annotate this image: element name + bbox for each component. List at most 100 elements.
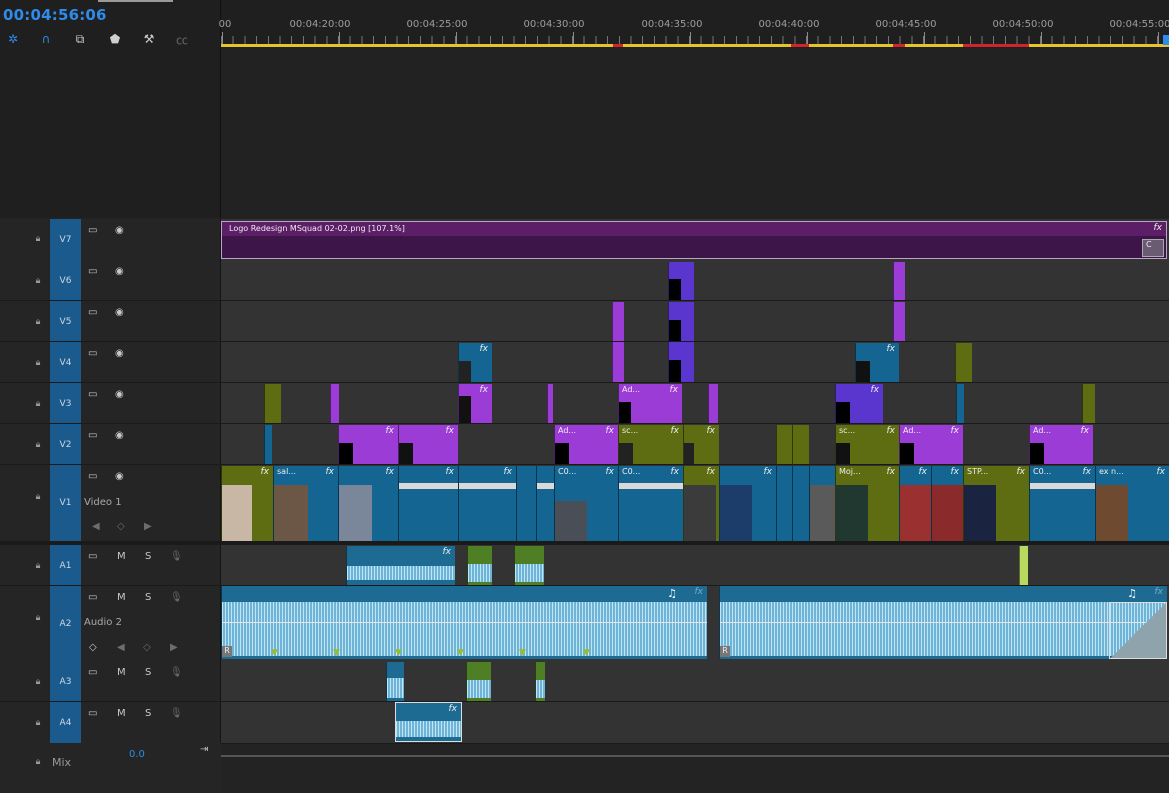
clip-v2-blue[interactable] (264, 425, 272, 465)
clip-v2-olive[interactable] (792, 425, 809, 465)
track-target-a2[interactable]: A2 (50, 586, 81, 661)
clip-v5-violet[interactable] (668, 302, 694, 342)
clip-v1-stp[interactable]: STP... fx (963, 466, 1029, 541)
clip-v2-olive[interactable] (776, 425, 792, 465)
clip-v1-c0[interactable]: C0... fx (618, 466, 683, 541)
toggle-sync-icon[interactable]: ▭ (88, 708, 97, 719)
clip-v1[interactable] (776, 466, 792, 541)
clip-v1[interactable] (516, 466, 536, 541)
audio-fade-out[interactable] (1109, 602, 1167, 659)
clip-v1[interactable] (809, 466, 835, 541)
track-target-v5[interactable]: V5 (50, 301, 81, 342)
track-lane-a1[interactable]: fx (221, 545, 1169, 586)
track-lane-v3[interactable]: fx Ad... fx fx (221, 383, 1169, 424)
clip-v2-ad[interactable]: Ad... fx (554, 425, 618, 465)
clip-v1-c0[interactable]: C0... fx (554, 466, 618, 541)
clip-v3-purple[interactable] (708, 384, 718, 424)
track-target-v4[interactable]: V4 (50, 342, 81, 383)
clip-v2-fx[interactable]: fx (338, 425, 398, 465)
clip-v3-blue[interactable] (956, 384, 964, 424)
clip-v2-fx[interactable]: fx (398, 425, 458, 465)
clip-a4-audio[interactable]: fx (395, 702, 462, 742)
clip-a3-audio[interactable] (386, 662, 404, 702)
eye-icon[interactable]: ◉ (115, 348, 124, 359)
clip-v5-purple[interactable] (893, 302, 905, 342)
keyframe-marker[interactable]: ▼ (583, 648, 590, 658)
lock-icon[interactable]: 🔒︎ (33, 234, 43, 244)
clip-a3-audio[interactable] (466, 662, 491, 702)
microphone-icon[interactable]: 🎙︎ (170, 667, 183, 678)
clip-v1[interactable]: fx (221, 466, 273, 541)
track-target-v1[interactable]: V1 (50, 465, 81, 541)
mix-lane[interactable] (221, 743, 1169, 793)
clip-v2-fx[interactable]: fx (683, 425, 719, 465)
lock-icon[interactable]: 🔒︎ (33, 399, 43, 409)
clip-logo[interactable]: Logo Redesign MSquad 02-02.png [107.1%] … (221, 221, 1167, 259)
playhead-handle[interactable] (1163, 35, 1169, 45)
wrench-icon[interactable]: ⚒ (139, 30, 159, 48)
track-target-a3[interactable]: A3 (50, 661, 81, 702)
mute-button[interactable]: M (117, 708, 126, 719)
clip-v1[interactable]: fx (719, 466, 776, 541)
keyframe-toggle-icon[interactable]: ◇ (89, 642, 97, 653)
mute-button[interactable]: M (117, 592, 126, 603)
clip-v3-violet[interactable]: fx (835, 384, 883, 424)
toggle-sync-icon[interactable]: ▭ (88, 266, 97, 277)
microphone-icon[interactable]: 🎙︎ (170, 708, 183, 719)
mute-button[interactable]: M (117, 551, 126, 562)
eye-icon[interactable]: ◉ (115, 430, 124, 441)
toggle-sync-icon[interactable]: ▭ (88, 592, 97, 603)
clip-v4-violet[interactable] (668, 342, 694, 383)
solo-button[interactable]: S (145, 551, 151, 562)
clip-v3-purple[interactable] (547, 384, 553, 424)
clip-v2-ad[interactable]: Ad... fx (1029, 425, 1093, 465)
lock-icon[interactable]: 🔒︎ (33, 317, 43, 327)
prev-keyframe-icon[interactable]: ◀ (92, 521, 100, 532)
prev-keyframe-icon[interactable]: ◀ (117, 642, 125, 653)
lock-icon[interactable]: 🔒︎ (33, 440, 43, 450)
lock-icon[interactable]: 🔒︎ (33, 718, 43, 728)
eye-icon[interactable]: ◉ (115, 225, 124, 236)
time-ruler[interactable]: 00 00:04:20:00 00:04:25:00 00:04:30:00 0… (219, 0, 1169, 48)
clip-a2-music[interactable]: ♫ fx R (719, 586, 1167, 659)
track-lane-v1[interactable]: fx sal... fx fx fx fx C0... fx C0... fx fx … (221, 465, 1169, 541)
clip-v1[interactable] (792, 466, 809, 541)
track-lane-v5[interactable] (221, 301, 1169, 342)
add-keyframe-icon[interactable]: ◇ (143, 642, 151, 653)
clip-v3-purple[interactable] (330, 384, 339, 424)
clip-a1-audio[interactable]: fx (346, 546, 455, 586)
toggle-sync-icon[interactable]: ▭ (88, 551, 97, 562)
clip-v1[interactable]: fx (338, 466, 398, 541)
clip-v4-purple[interactable] (612, 342, 624, 383)
captions-icon[interactable]: ㏄ (172, 30, 192, 48)
eye-icon[interactable]: ◉ (115, 471, 124, 482)
clip-v1-sal[interactable]: sal... fx (273, 466, 338, 541)
track-lane-v2[interactable]: fx fx Ad... fx sc... fx fx sc... fx Ad... fx… (221, 424, 1169, 465)
marker-icon[interactable]: ⬟ (105, 30, 125, 48)
clip-v3-olive[interactable] (264, 384, 281, 424)
clip-v2-ad[interactable]: Ad... fx (899, 425, 963, 465)
clip-v1[interactable]: fx (899, 466, 931, 541)
eye-icon[interactable]: ◉ (115, 389, 124, 400)
clip-v3-ad[interactable]: Ad... fx (618, 384, 682, 424)
solo-button[interactable]: S (145, 708, 151, 719)
lock-icon[interactable]: 🔒︎ (33, 677, 43, 687)
clip-v1[interactable]: fx (931, 466, 963, 541)
clip-v6-violet[interactable] (668, 262, 694, 301)
keyframe-marker[interactable]: ▼ (333, 648, 340, 658)
clip-a1-audio[interactable] (467, 546, 492, 586)
track-target-v6[interactable]: V6 (50, 260, 81, 301)
microphone-icon[interactable]: 🎙︎ (170, 592, 183, 603)
go-to-end-icon[interactable]: ⇥ (200, 744, 208, 755)
mute-button[interactable]: M (117, 667, 126, 678)
solo-button[interactable]: S (145, 667, 151, 678)
clip-a1-audio[interactable] (514, 546, 544, 586)
toggle-sync-icon[interactable]: ▭ (88, 348, 97, 359)
clip-v1-moj[interactable]: Moj... fx (835, 466, 899, 541)
clip-v2-sc[interactable]: sc... fx (618, 425, 683, 465)
eye-icon[interactable]: ◉ (115, 266, 124, 277)
track-target-a1[interactable]: A1 (50, 545, 81, 586)
next-keyframe-icon[interactable]: ▶ (170, 642, 178, 653)
empty-track-area[interactable] (221, 48, 1169, 218)
track-lane-v6[interactable] (221, 260, 1169, 301)
